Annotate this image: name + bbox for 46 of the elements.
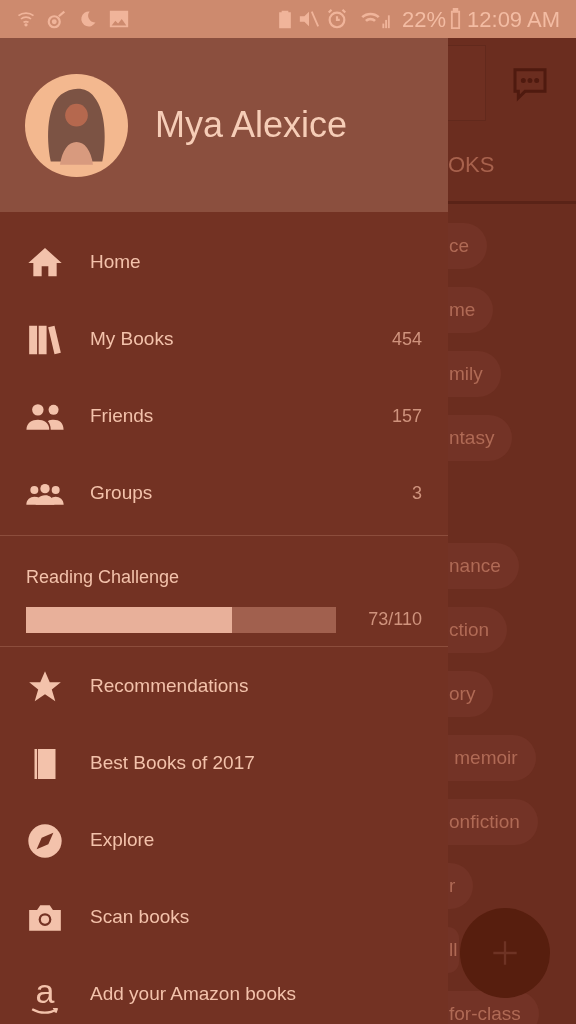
menu-item[interactable]: Groups 3 [0, 455, 448, 532]
tag-chip[interactable]: onfiction [448, 799, 538, 845]
menu-label: Explore [90, 828, 155, 853]
reading-challenge-title: Reading Challenge [26, 567, 180, 587]
menu-item[interactable]: Home [0, 224, 448, 301]
menu-label: Add your Amazon books [90, 982, 296, 1007]
menu-item[interactable]: Recommendations [0, 648, 448, 725]
menu-label: Friends [90, 404, 154, 429]
image-icon [108, 8, 130, 30]
user-name: Mya Alexice [155, 103, 348, 147]
menu-label: Home [90, 250, 141, 275]
alarm-icon [326, 8, 348, 30]
menu-item[interactable]: Scan books [0, 879, 448, 956]
tag-chip[interactable]: nance [448, 543, 519, 589]
moon-icon [78, 9, 98, 29]
menu-item[interactable]: a Add your Amazon books [0, 956, 448, 1024]
tag-chip[interactable]: ll [448, 927, 460, 973]
menu-label: Scan books [90, 905, 190, 930]
wifi-shield-icon [16, 9, 36, 29]
tag-chip[interactable]: mily [448, 351, 501, 397]
avatar[interactable] [25, 73, 128, 177]
tab-label[interactable]: OKS [448, 148, 495, 181]
menu-item[interactable]: My Books 454 [0, 301, 448, 378]
menu-label: Best Books of 2017 [90, 751, 255, 776]
menu-item[interactable]: Friends 157 [0, 378, 448, 455]
tag-chip[interactable]: ce [448, 223, 488, 269]
tag-chip[interactable]: ntasy [448, 415, 513, 461]
battery-saver-icon [278, 9, 292, 29]
tag-chip[interactable]: r [448, 863, 474, 909]
tag-chip[interactable]: ory [448, 671, 494, 717]
count: 454 [391, 328, 422, 351]
count: 157 [391, 405, 422, 428]
menu-label: Recommendations [90, 674, 249, 699]
progress-reading: 73/110 [368, 608, 422, 631]
tag-chip[interactable]: memoir [448, 735, 536, 781]
menu-item[interactable]: Explore [0, 802, 448, 879]
tag-chip[interactable]: for-class [448, 991, 539, 1024]
menu-item[interactable]: Best Books of 2017 [0, 725, 448, 802]
tag-chip[interactable]: me [448, 287, 494, 333]
menu-label: My Books [90, 327, 174, 352]
menu-label: Groups [90, 481, 153, 506]
battery-icon [450, 8, 462, 30]
search-field[interactable] [448, 45, 486, 121]
count: 3 [412, 482, 422, 505]
mute-icon [298, 8, 320, 30]
tag-chip[interactable]: ction [448, 607, 508, 653]
